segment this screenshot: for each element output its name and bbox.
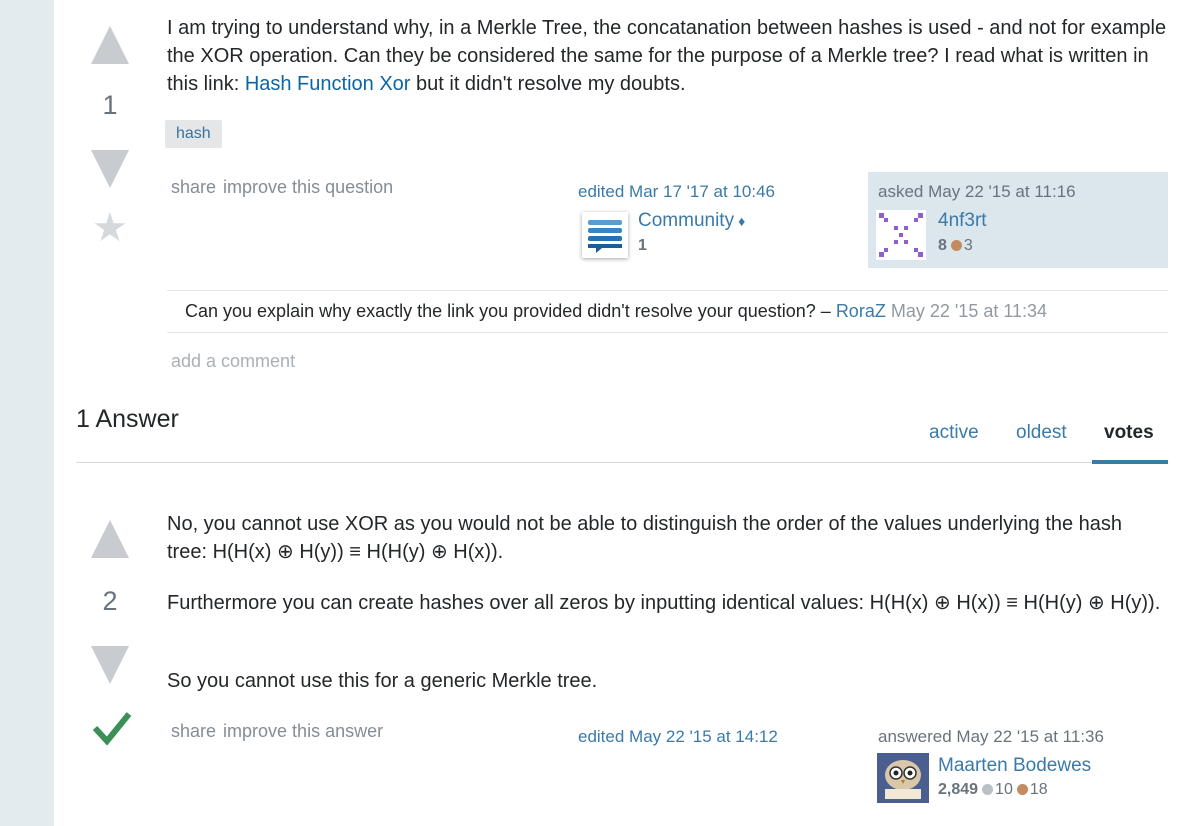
answer-upvote-button[interactable] [91, 520, 129, 558]
accepted-checkmark-icon [92, 710, 132, 751]
community-reputation: 1 [638, 237, 647, 254]
answer-paragraph-3: So you cannot use this for a generic Mer… [167, 670, 598, 692]
community-avatar[interactable] [582, 212, 628, 258]
asker-user-link[interactable]: 4nf3rt [938, 210, 987, 232]
question-asked-time: asked May 22 '15 at 11:16 [878, 182, 1076, 201]
hash-function-xor-link[interactable]: Hash Function Xor [245, 73, 411, 95]
question-upvote-button[interactable] [91, 26, 129, 64]
comments-bottom-divider [167, 332, 1168, 333]
4nf3rt-avatar[interactable] [876, 210, 926, 260]
question-downvote-button[interactable] [91, 150, 129, 188]
question-post-menu: share improve this question [171, 177, 400, 198]
left-rail [0, 0, 54, 826]
share-link[interactable]: share [171, 177, 216, 197]
asker-reputation: 83 [938, 237, 973, 254]
community-user-link[interactable]: Community ♦ [638, 210, 745, 232]
answer-vote-count: 2 [102, 586, 118, 616]
identicon-icon [879, 213, 923, 257]
comment: Can you explain why exactly the link you… [185, 301, 1048, 321]
tab-oldest[interactable]: oldest [1016, 422, 1067, 444]
tab-active[interactable]: active [929, 422, 979, 444]
answerer-user-link[interactable]: Maarten Bodewes [938, 755, 1091, 777]
maarten-bodewes-avatar[interactable] [877, 753, 929, 803]
tab-votes[interactable]: votes [1104, 422, 1154, 444]
answer-paragraph-2: Furthermore you can create hashes over a… [167, 592, 1161, 614]
answer-paragraph-1: No, you cannot use XOR as you would not … [167, 513, 1123, 563]
owl-avatar-icon [877, 753, 929, 803]
bronze-badge-icon [950, 240, 962, 251]
question-edited-link[interactable]: edited Mar 17 '17 at 10:46 [578, 182, 775, 202]
share-answer-link[interactable]: share [171, 721, 216, 741]
improve-answer-link[interactable]: improve this answer [223, 721, 383, 741]
community-logo-icon [588, 220, 622, 253]
add-comment-link[interactable]: add a comment [171, 351, 295, 372]
answer-answered-time: answered May 22 '15 at 11:36 [878, 727, 1104, 746]
answer-post-menu: share improve this answer [171, 721, 390, 742]
comment-date[interactable]: May 22 '15 at 11:34 [891, 301, 1047, 321]
question-body: I am trying to understand why, in a Merk… [167, 17, 1167, 95]
tag-hash[interactable]: hash [165, 120, 222, 148]
answers-header-divider [76, 462, 1168, 463]
comments-top-divider [167, 290, 1168, 291]
moderator-diamond-icon: ♦ [738, 213, 746, 229]
answer-downvote-button[interactable] [91, 646, 129, 684]
answerer-reputation: 2,849 10 18 [938, 781, 1048, 798]
favorite-star-icon[interactable]: ★ [92, 208, 128, 248]
answers-count-heading: 1 Answer [76, 405, 179, 433]
bronze-badge-icon [1016, 784, 1028, 795]
question-vote-count: 1 [102, 90, 118, 120]
comment-user-link[interactable]: RoraZ [836, 301, 886, 321]
silver-badge-icon [982, 784, 994, 795]
tab-votes-underline [1092, 460, 1168, 464]
improve-question-link[interactable]: improve this question [223, 177, 393, 197]
answer-edited-link[interactable]: edited May 22 '15 at 14:12 [578, 727, 778, 747]
